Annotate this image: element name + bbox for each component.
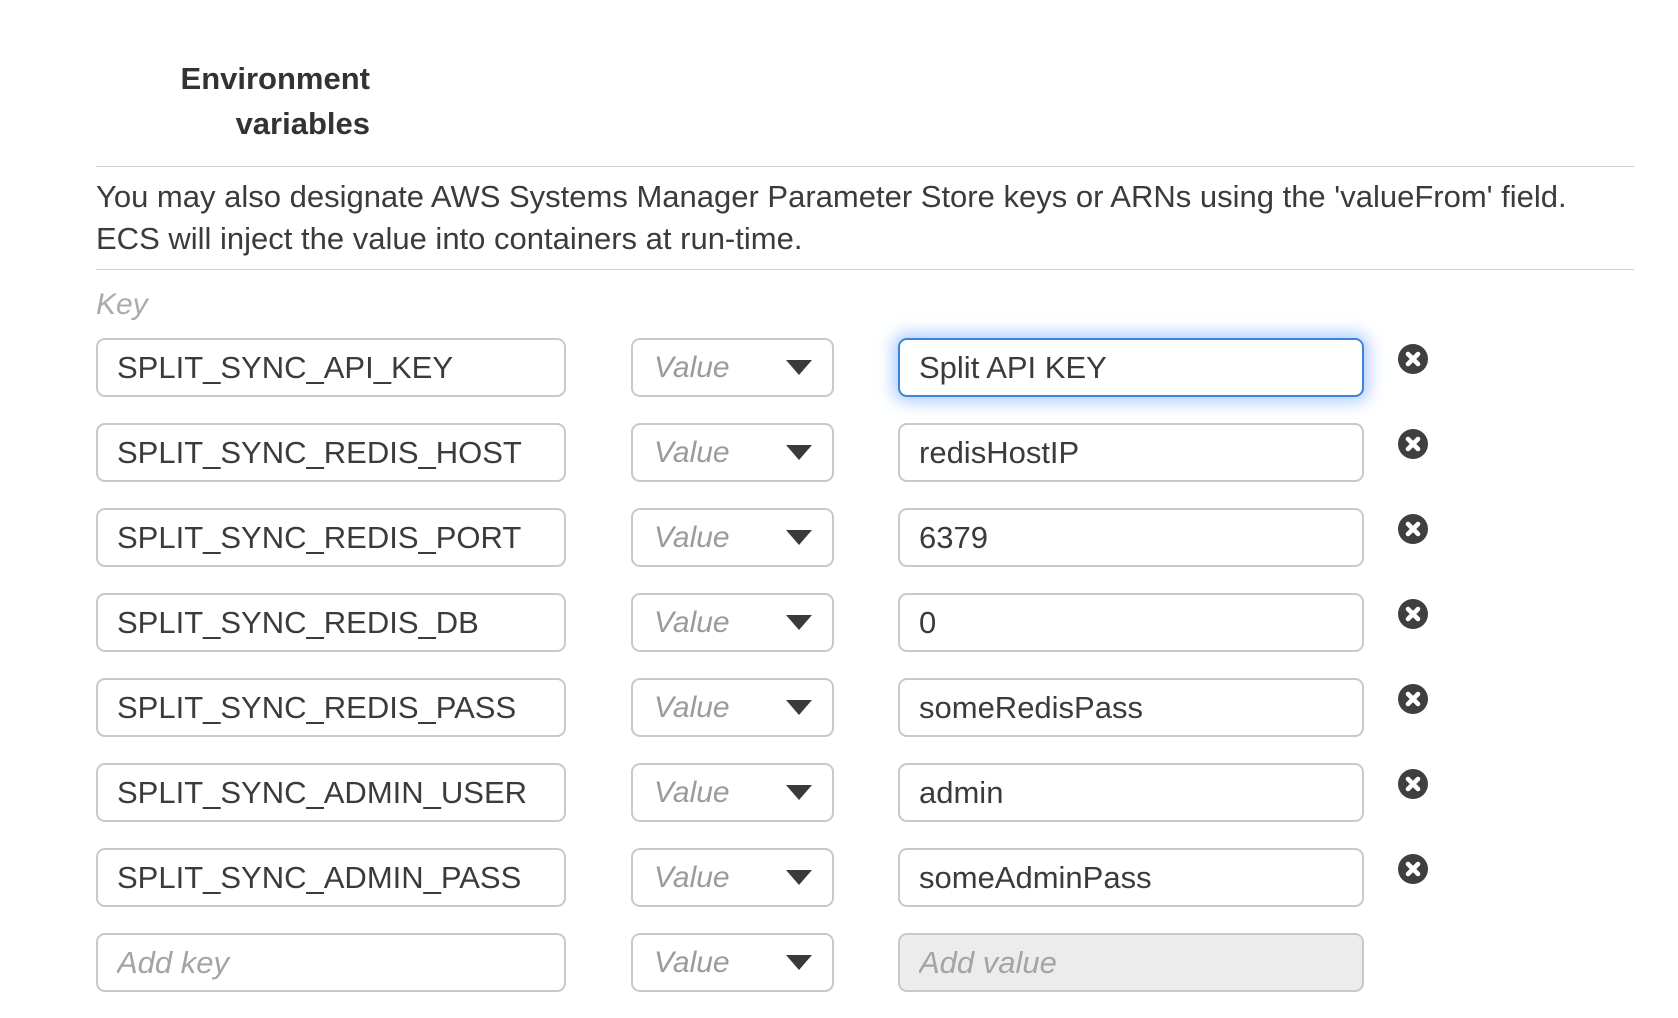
env-var-row: Value <box>96 423 1634 482</box>
value-type-select[interactable]: Value <box>631 423 834 482</box>
env-var-row: Value <box>96 508 1634 567</box>
value-type-select[interactable]: Value <box>631 508 834 567</box>
env-var-rows: Value Value Value <box>96 338 1634 992</box>
chevron-down-icon <box>786 955 812 970</box>
close-icon <box>1398 854 1428 884</box>
remove-row-button[interactable] <box>1398 854 1428 884</box>
value-input[interactable] <box>898 423 1364 482</box>
value-input[interactable] <box>898 678 1364 737</box>
value-type-select[interactable]: Value <box>631 678 834 737</box>
close-icon <box>1398 769 1428 799</box>
remove-row-button[interactable] <box>1398 344 1428 374</box>
add-env-var-row: Value <box>96 933 1634 992</box>
form-content: You may also designate AWS Systems Manag… <box>96 166 1634 1018</box>
parameter-store-help-text: You may also designate AWS Systems Manag… <box>96 176 1634 260</box>
remove-row-button[interactable] <box>1398 514 1428 544</box>
value-type-select[interactable]: Value <box>631 763 834 822</box>
value-type-select[interactable]: Value <box>631 848 834 907</box>
value-type-select[interactable]: Value <box>631 933 834 992</box>
value-input[interactable] <box>898 848 1364 907</box>
env-var-row: Value <box>96 678 1634 737</box>
remove-row-button[interactable] <box>1398 599 1428 629</box>
key-input[interactable] <box>96 593 566 652</box>
value-type-select-label: Value <box>654 521 730 555</box>
add-value-input[interactable] <box>898 933 1364 992</box>
environment-variables-form: Environment variables You may also desig… <box>0 0 1678 1018</box>
divider-top <box>96 166 1634 167</box>
add-key-input[interactable] <box>96 933 566 992</box>
close-icon <box>1398 684 1428 714</box>
value-type-select-label: Value <box>654 776 730 810</box>
remove-row-button[interactable] <box>1398 684 1428 714</box>
value-type-select-label: Value <box>654 606 730 640</box>
chevron-down-icon <box>786 530 812 545</box>
key-input[interactable] <box>96 678 566 737</box>
key-input[interactable] <box>96 763 566 822</box>
chevron-down-icon <box>786 445 812 460</box>
env-var-row: Value <box>96 338 1634 397</box>
env-var-row: Value <box>96 848 1634 907</box>
env-var-row: Value <box>96 763 1634 822</box>
value-type-select-label: Value <box>654 861 730 895</box>
chevron-down-icon <box>786 785 812 800</box>
value-type-select-label: Value <box>654 436 730 470</box>
close-icon <box>1398 514 1428 544</box>
value-type-select-label: Value <box>654 691 730 725</box>
environment-variables-label: Environment variables <box>130 56 370 146</box>
key-column-header: Key <box>96 286 1634 324</box>
env-var-row: Value <box>96 593 1634 652</box>
close-icon <box>1398 344 1428 374</box>
value-input[interactable] <box>898 763 1364 822</box>
value-type-select[interactable]: Value <box>631 338 834 397</box>
close-icon <box>1398 429 1428 459</box>
chevron-down-icon <box>786 615 812 630</box>
chevron-down-icon <box>786 870 812 885</box>
chevron-down-icon <box>786 360 812 375</box>
value-type-select[interactable]: Value <box>631 593 834 652</box>
key-input[interactable] <box>96 423 566 482</box>
chevron-down-icon <box>786 700 812 715</box>
key-input[interactable] <box>96 848 566 907</box>
value-input[interactable] <box>898 508 1364 567</box>
close-icon <box>1398 599 1428 629</box>
value-input[interactable] <box>898 593 1364 652</box>
value-type-select-label: Value <box>654 351 730 385</box>
value-type-select-label: Value <box>654 946 730 980</box>
key-input[interactable] <box>96 338 566 397</box>
value-input[interactable] <box>898 338 1364 397</box>
divider-middle <box>96 269 1634 270</box>
key-input[interactable] <box>96 508 566 567</box>
remove-row-button[interactable] <box>1398 429 1428 459</box>
remove-row-button[interactable] <box>1398 769 1428 799</box>
